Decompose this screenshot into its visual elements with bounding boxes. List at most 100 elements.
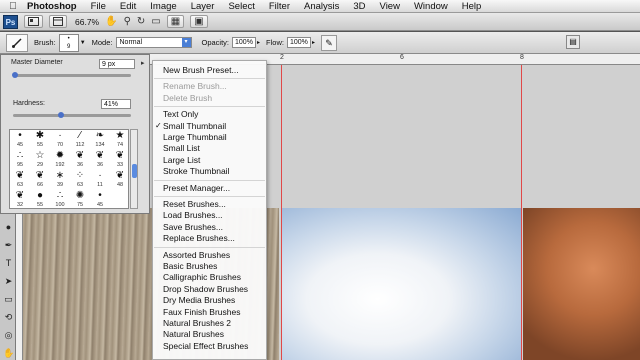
brush-preset[interactable]: · 11 bbox=[90, 170, 110, 190]
menu-item[interactable]: Dry Media Brushes bbox=[163, 295, 235, 306]
brush-preset[interactable]: ❦ 32 bbox=[10, 190, 30, 208]
brush-preset[interactable]: ❦ 36 bbox=[90, 150, 110, 170]
menu-item[interactable]: Faux Finish Brushes bbox=[163, 307, 240, 318]
3d-orbit-icon[interactable]: ◎ bbox=[3, 330, 14, 341]
dodge-icon[interactable]: ● bbox=[3, 222, 14, 233]
ruler-tool-button[interactable]: ▭ bbox=[151, 15, 160, 28]
shape-icon[interactable]: ▭ bbox=[3, 294, 14, 305]
guide-line[interactable] bbox=[521, 65, 522, 360]
menu-window[interactable]: Window bbox=[407, 0, 455, 13]
menu-item[interactable]: Stroke Thumbnail bbox=[163, 166, 229, 177]
brush-preset[interactable]: ★ 74 bbox=[110, 130, 128, 150]
zoom-tool-button[interactable]: ⚲ bbox=[124, 15, 131, 28]
hardness-slider-knob[interactable] bbox=[58, 112, 65, 118]
guide-line[interactable] bbox=[281, 65, 282, 360]
menu-edit[interactable]: Edit bbox=[113, 0, 143, 13]
menu-item[interactable]: Special Effect Brushes bbox=[163, 341, 248, 352]
menu-item[interactable]: Assorted Brushes bbox=[163, 250, 230, 261]
screen-mode-button[interactable]: ▣ bbox=[190, 15, 208, 28]
scrollbar-thumb[interactable] bbox=[132, 164, 137, 178]
3d-rotate-icon[interactable]: ⟲ bbox=[3, 312, 14, 323]
menu-item[interactable]: Basic Brushes bbox=[163, 261, 217, 272]
brush-dot-icon: • bbox=[67, 35, 70, 42]
menu-analysis[interactable]: Analysis bbox=[297, 0, 346, 13]
brush-preset[interactable]: · 70 bbox=[50, 130, 70, 150]
menu-item[interactable]: Natural Brushes bbox=[163, 329, 224, 340]
brush-preset[interactable]: • 45 bbox=[90, 190, 110, 208]
brush-preset[interactable]: ⁄ 112 bbox=[70, 130, 90, 150]
master-diameter-slider[interactable] bbox=[13, 74, 131, 77]
brush-preset[interactable]: ∴ 100 bbox=[50, 190, 70, 208]
menu-item[interactable]: Small Thumbnail bbox=[163, 121, 226, 132]
flow-field[interactable]: 100% bbox=[286, 37, 311, 48]
master-diameter-slider-knob[interactable] bbox=[12, 72, 19, 78]
path-selection-icon[interactable]: ➤ bbox=[3, 276, 14, 287]
brush-preset[interactable]: ✹ 192 bbox=[50, 150, 70, 170]
menu-item[interactable]: Replace Brushes... bbox=[163, 233, 235, 244]
opacity-field[interactable]: 100% bbox=[232, 37, 257, 48]
menu-item[interactable]: Load Brushes... bbox=[163, 210, 223, 221]
brush-size-label: 32 bbox=[16, 202, 24, 208]
menu-image[interactable]: Image bbox=[143, 0, 183, 13]
preset-scrollbar[interactable] bbox=[130, 129, 138, 209]
menu-item[interactable]: Small List bbox=[163, 143, 200, 154]
bridge-button[interactable] bbox=[24, 15, 43, 28]
menu-layer[interactable]: Layer bbox=[184, 0, 222, 13]
menu-file[interactable]: File bbox=[84, 0, 113, 13]
menu-select[interactable]: Select bbox=[221, 0, 261, 13]
brush-preset[interactable]: ✺ 75 bbox=[70, 190, 90, 208]
menu-3d[interactable]: 3D bbox=[346, 0, 372, 13]
menu-help[interactable]: Help bbox=[455, 0, 489, 13]
brush-preset[interactable]: ☆ 29 bbox=[30, 150, 50, 170]
menu-item[interactable]: Calligraphic Brushes bbox=[163, 272, 241, 283]
airbrush-toggle[interactable]: ✎ bbox=[320, 34, 337, 51]
menu-item[interactable]: Text Only bbox=[163, 109, 198, 120]
brush-preset[interactable]: ❦ 63 bbox=[10, 170, 30, 190]
brush-preset[interactable] bbox=[110, 190, 128, 208]
menu-item[interactable]: Natural Brushes 2 bbox=[163, 318, 231, 329]
brush-preset[interactable]: ∗ 39 bbox=[50, 170, 70, 190]
brush-preset[interactable]: ❦ 66 bbox=[30, 170, 50, 190]
brush-size-label: 45 bbox=[96, 202, 104, 208]
menu-photoshop[interactable]: Photoshop bbox=[20, 0, 84, 13]
view-extras-button[interactable] bbox=[49, 15, 67, 28]
brush-preset-picker[interactable]: • 9 bbox=[58, 33, 79, 52]
master-diameter-field[interactable]: 9 px bbox=[99, 59, 135, 69]
brush-panel-toggle[interactable]: ▤ bbox=[566, 35, 580, 49]
brush-preset[interactable]: ✱ 55 bbox=[30, 130, 50, 150]
panel-icon: ▤ bbox=[569, 37, 577, 46]
menu-filter[interactable]: Filter bbox=[262, 0, 297, 13]
panel-menu-icon[interactable]: ▸ bbox=[141, 59, 149, 67]
hand-tool-button[interactable]: ✋ bbox=[105, 15, 117, 28]
flow-arrow-icon[interactable]: ▸ bbox=[312, 39, 315, 46]
brush-preset[interactable]: ● 55 bbox=[30, 190, 50, 208]
tool-preset-picker[interactable] bbox=[6, 33, 28, 52]
brush-preset[interactable]: ❦ 36 bbox=[70, 150, 90, 170]
pen-icon[interactable]: ✒ bbox=[3, 240, 14, 251]
type-icon[interactable]: T bbox=[3, 258, 14, 269]
brush-preset[interactable]: ❧ 134 bbox=[90, 130, 110, 150]
brush-preset[interactable]: ⁘ 63 bbox=[70, 170, 90, 190]
brush-preset[interactable]: ❦ 48 bbox=[110, 170, 128, 190]
brush-preset[interactable]: • 45 bbox=[10, 130, 30, 150]
brush-preset[interactable]: ∴ 95 bbox=[10, 150, 30, 170]
menu-item[interactable]: Large List bbox=[163, 155, 200, 166]
zoom-level[interactable]: 66.7% bbox=[75, 17, 99, 27]
menu-item[interactable]: Drop Shadow Brushes bbox=[163, 284, 248, 295]
menu-item[interactable]: New Brush Preset... bbox=[163, 65, 239, 76]
menu-item[interactable]: Reset Brushes... bbox=[163, 199, 226, 210]
menu-item[interactable]: Save Brushes... bbox=[163, 222, 223, 233]
opacity-arrow-icon[interactable]: ▸ bbox=[257, 39, 260, 46]
menu-item[interactable]: Large Thumbnail bbox=[163, 132, 227, 143]
apple-icon[interactable]:  bbox=[6, 1, 20, 12]
menu-item[interactable]: Preset Manager... bbox=[163, 183, 230, 194]
brush-picker-arrow-icon[interactable]: ▼ bbox=[80, 40, 86, 46]
rotate-view-button[interactable]: ↻ bbox=[137, 15, 145, 28]
menu-view[interactable]: View bbox=[373, 0, 407, 13]
hand-tool-icon[interactable]: ✋ bbox=[3, 348, 14, 359]
hardness-field[interactable]: 41% bbox=[101, 99, 131, 109]
hardness-slider[interactable] bbox=[13, 114, 131, 117]
mode-select[interactable]: Normal ▾ bbox=[115, 37, 192, 48]
brush-preset[interactable]: ❦ 33 bbox=[110, 150, 128, 170]
arrange-documents-button[interactable]: ▦ bbox=[166, 15, 185, 28]
